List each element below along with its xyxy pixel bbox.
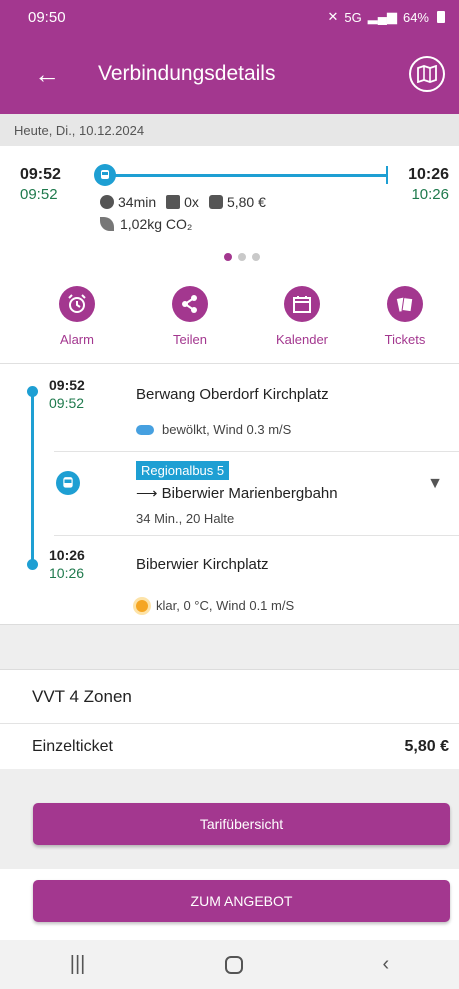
signal-label: 5G	[344, 9, 362, 25]
divider	[54, 535, 459, 536]
transfers: 0x	[166, 194, 199, 210]
end-time-actual: 10:26	[49, 565, 85, 581]
map-glyph	[417, 65, 437, 83]
ticket-name: Einzelticket	[32, 738, 113, 755]
page-title: Verbindungsdetails	[98, 62, 276, 85]
transfers-value: 0x	[184, 194, 199, 210]
leaf-icon	[100, 217, 114, 231]
co2-value: 1,02kg CO₂	[120, 216, 193, 232]
offer-button[interactable]: ZUM ANGEBOT	[33, 880, 450, 922]
line-badge: Regionalbus 5	[136, 461, 230, 480]
alarm-button[interactable]: Alarm	[37, 286, 117, 347]
section-spacer	[0, 624, 459, 670]
share-button[interactable]: Teilen	[150, 286, 230, 347]
calendar-icon	[284, 286, 320, 322]
departure-time-planned: 09:52	[20, 166, 61, 183]
sun-icon	[136, 599, 148, 612]
start-weather-text: bewölkt, Wind 0.3 m/S	[162, 422, 292, 437]
arrival-time-actual: 10:26	[411, 186, 449, 203]
end-weather-text: klar, 0 °C, Wind 0.1 m/S	[156, 598, 295, 613]
page-dot	[224, 253, 232, 261]
page-indicator	[224, 253, 260, 261]
back-arrow-icon[interactable]: ←	[34, 61, 78, 87]
duration-value: 34min	[118, 194, 157, 210]
map-icon[interactable]	[409, 56, 445, 92]
bus-icon	[94, 164, 116, 186]
battery-label: 64%	[402, 9, 429, 25]
start-stop-name[interactable]: Berwang Oberdorf Kirchplatz	[136, 386, 329, 403]
divider	[54, 451, 459, 452]
transfer-icon	[166, 195, 181, 209]
signal-icon: ▂▄▆	[367, 9, 397, 24]
tariff-zones: VVT 4 Zonen	[0, 671, 459, 724]
leg-details: 34 Min., 20 Halte	[136, 511, 235, 526]
action-row: Alarm Teilen Kalender Tickets	[0, 286, 459, 364]
tickets-icon	[387, 286, 423, 322]
recents-icon[interactable]: |||	[70, 953, 86, 976]
date-bar: Heute, Di., 10.12.2024	[0, 114, 459, 146]
journey-details: 09:52 09:52 Berwang Oberdorf Kirchplatz …	[0, 365, 459, 623]
tickets-button[interactable]: Tickets	[365, 286, 445, 347]
clock-icon	[100, 195, 114, 209]
bus-icon	[56, 471, 80, 495]
end-weather: klar, 0 °C, Wind 0.1 m/S	[136, 598, 294, 613]
page-dot	[252, 253, 260, 261]
alarm-icon	[59, 286, 95, 322]
price: 5,80 €	[208, 194, 266, 210]
timeline-line	[31, 391, 34, 569]
tickets-label: Tickets	[384, 332, 426, 347]
status-icons: ✕ 5G ▂▄▆ 64%	[327, 9, 445, 25]
start-time-planned: 09:52	[49, 377, 85, 393]
end-time-planned: 10:26	[49, 547, 85, 563]
home-icon[interactable]	[224, 955, 243, 974]
tariff-overview-button[interactable]: Tarifübersicht	[33, 803, 450, 845]
page-dot	[238, 253, 246, 261]
ticket-row: Einzelticket 5,80 €	[0, 725, 459, 769]
coins-icon	[208, 195, 223, 209]
trip-meta: 34min 0x 5,80 €	[100, 194, 266, 210]
co2-info: 1,02kg CO₂	[100, 216, 192, 232]
timeline-start-dot	[27, 386, 38, 397]
expand-icon[interactable]: ▼	[427, 475, 443, 493]
status-bar: 09:50 ✕ 5G ▂▄▆ 64%	[0, 0, 459, 34]
app-bar: ← Verbindungsdetails	[0, 34, 459, 114]
share-icon	[172, 286, 208, 322]
route-line-end	[386, 166, 388, 184]
battery-icon	[437, 11, 445, 23]
end-stop-name[interactable]: Biberwier Kirchplatz	[136, 556, 269, 573]
ticket-price: 5,80 €	[404, 738, 449, 755]
system-nav-bar: ||| ‹	[0, 940, 459, 989]
leg-direction: ⟶ Biberwier Marienbergbahn	[136, 485, 338, 502]
start-weather: bewölkt, Wind 0.3 m/S	[136, 422, 291, 437]
route-line	[100, 174, 388, 177]
status-time: 09:50	[28, 8, 66, 26]
arrival-time-planned: 10:26	[408, 166, 449, 183]
start-time-actual: 09:52	[49, 395, 85, 411]
alarm-label: Alarm	[60, 332, 94, 347]
timeline-end-dot	[27, 559, 38, 570]
share-label: Teilen	[173, 332, 207, 347]
calendar-label: Kalender	[275, 332, 329, 347]
cloud-icon	[136, 424, 154, 435]
back-icon[interactable]: ‹	[383, 953, 390, 976]
duration: 34min	[100, 194, 156, 210]
departure-time-actual: 09:52	[20, 186, 58, 203]
mute-icon: ✕	[327, 9, 339, 24]
price-value: 5,80 €	[226, 194, 266, 210]
connection-summary[interactable]: 09:52 09:52 10:26 10:26 34min 0x 5,80 € …	[0, 146, 459, 266]
calendar-button[interactable]: Kalender	[262, 286, 342, 347]
